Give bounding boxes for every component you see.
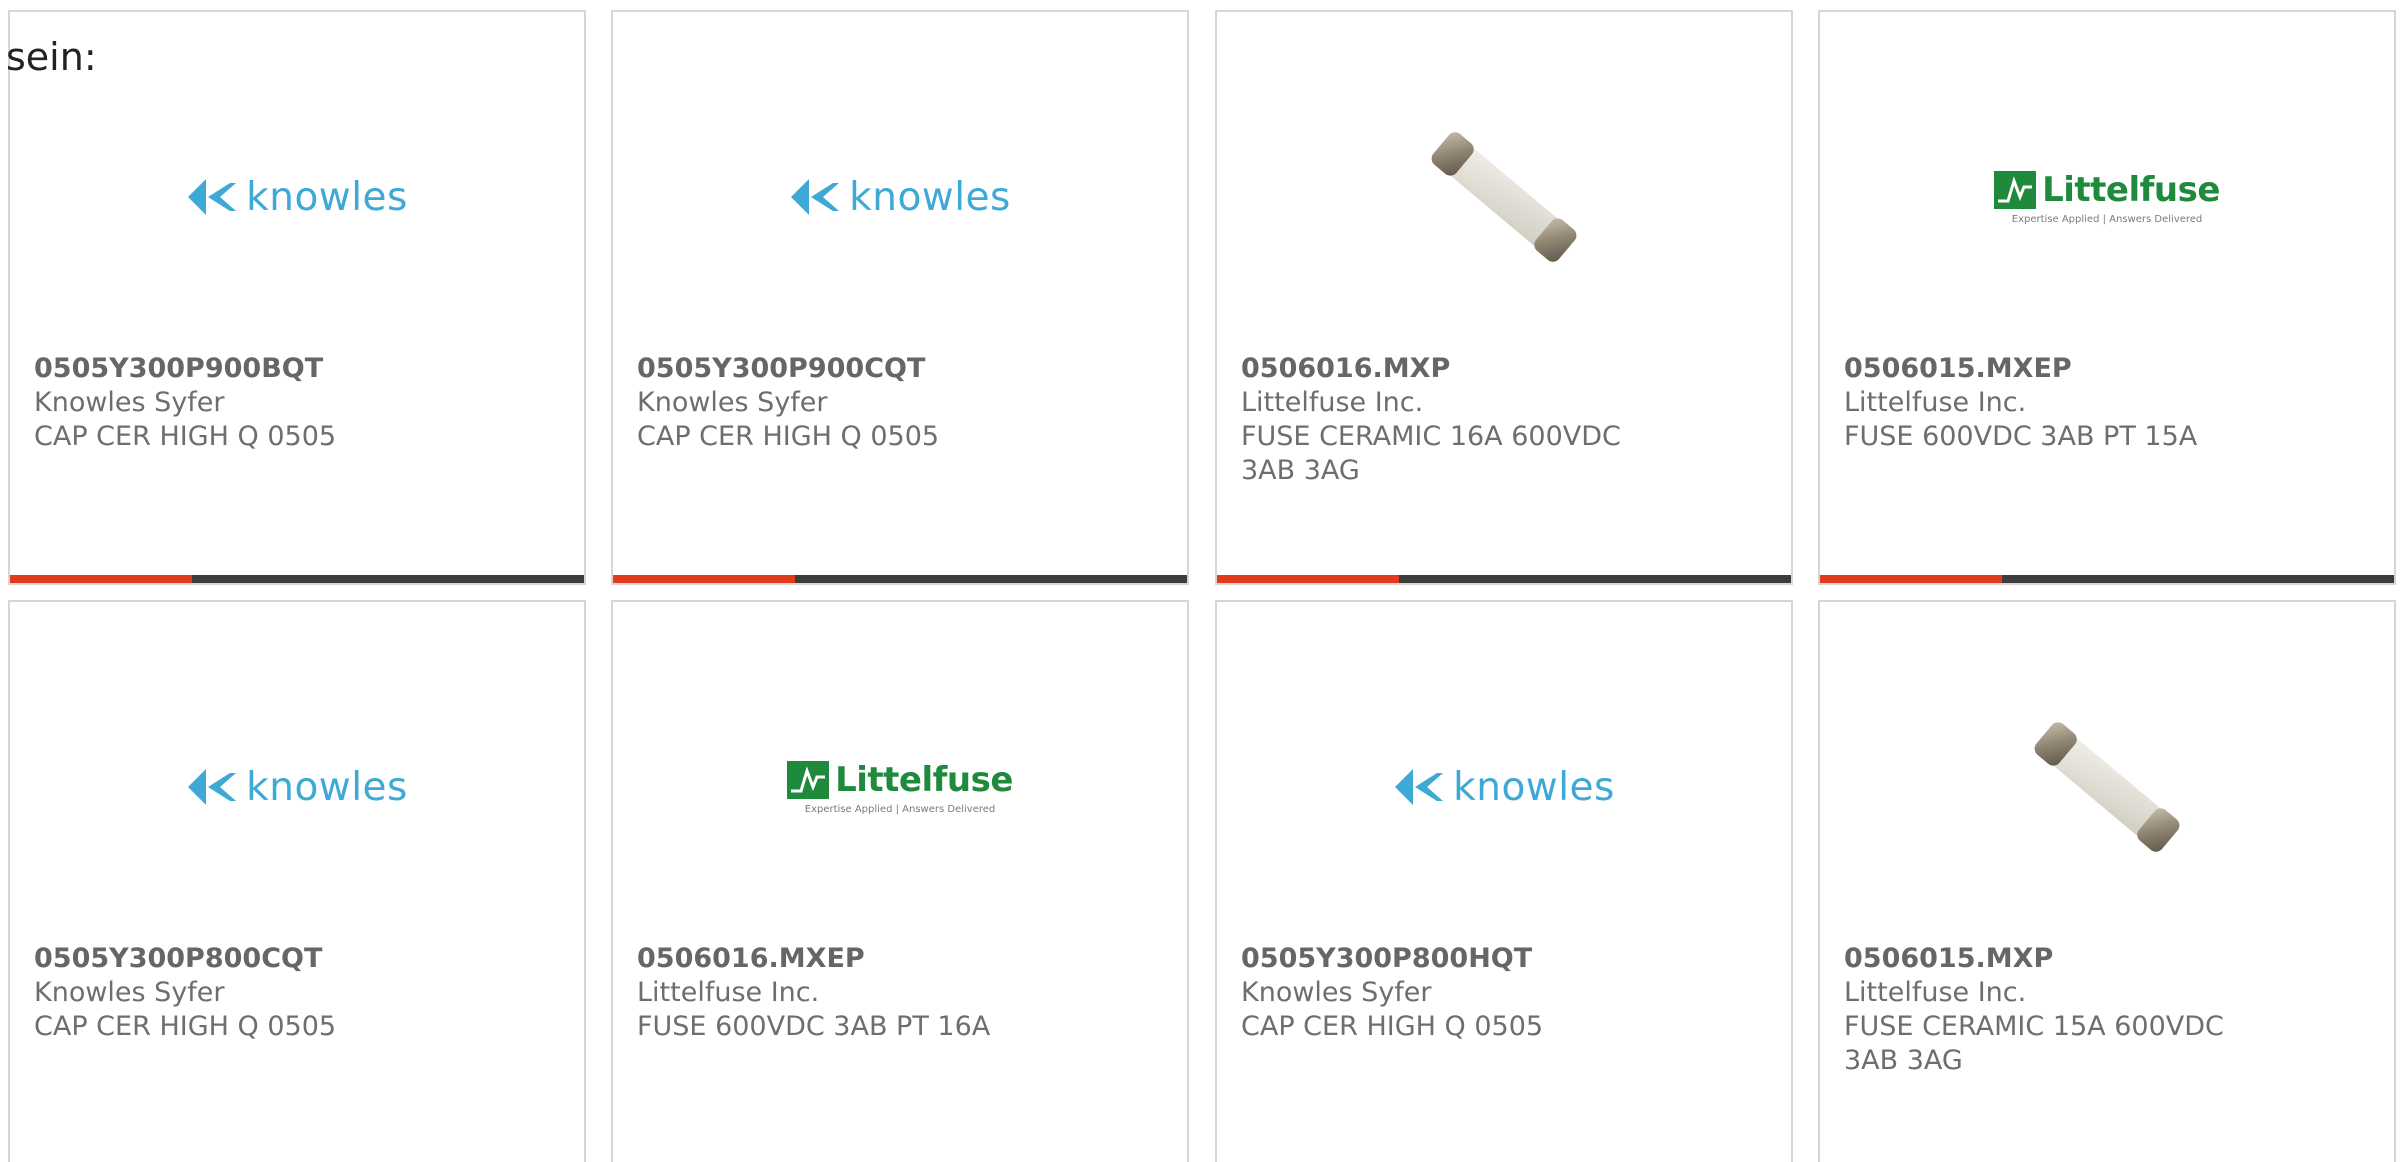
part-number-link[interactable]: 0506016.MXEP [637, 942, 1077, 976]
product-card[interactable]: knowles 0505Y300P800HQT Knowles Syfer CA… [1215, 600, 1793, 1162]
product-info: 0505Y300P900CQT Knowles Syfer CAP CER HI… [637, 352, 1077, 454]
product-image[interactable]: Littelfuse Expertise Applied | Answers D… [613, 652, 1187, 922]
product-image[interactable]: knowles [1217, 652, 1791, 922]
card-accent-bar [1820, 575, 2002, 583]
part-number-link[interactable]: 0505Y300P900BQT [34, 352, 474, 386]
product-card[interactable]: knowles 0505Y300P800CQT Knowles Syfer CA… [8, 600, 586, 1162]
manufacturer: Knowles Syfer [637, 387, 828, 418]
part-number-link[interactable]: 0506016.MXP [1241, 352, 1681, 386]
description: CAP CER HIGH Q 0505 [1241, 1011, 1544, 1042]
description: CAP CER HIGH Q 0505 [34, 1011, 337, 1042]
description: CAP CER HIGH Q 0505 [637, 421, 940, 452]
product-info: 0505Y300P800CQT Knowles Syfer CAP CER HI… [34, 942, 474, 1044]
knowles-wordmark: knowles [246, 764, 408, 810]
knowles-chevron-icon [188, 179, 237, 215]
manufacturer: Littelfuse Inc. [1241, 387, 1424, 418]
product-image[interactable] [1820, 652, 2394, 922]
manufacturer: Knowles Syfer [1241, 977, 1432, 1008]
product-card[interactable]: knowles 0505Y300P900CQT Knowles Syfer CA… [611, 10, 1189, 585]
part-number-link[interactable]: 0506015.MXP [1844, 942, 2284, 976]
ceramic-fuse-photo [1431, 132, 1577, 262]
knowles-logo: knowles [789, 175, 1011, 220]
description: FUSE 600VDC 3AB PT 15A [1844, 421, 2198, 452]
part-number-link[interactable]: 0505Y300P800CQT [34, 942, 474, 976]
card-footer-bar [1820, 575, 2394, 583]
product-info: 0505Y300P900BQT Knowles Syfer CAP CER HI… [34, 352, 474, 454]
littelfuse-emblem-icon [787, 760, 830, 799]
littelfuse-wordmark: Littelfuse [2042, 169, 2220, 210]
product-card[interactable]: Littelfuse Expertise Applied | Answers D… [611, 600, 1189, 1162]
product-card[interactable]: 0506015.MXP Littelfuse Inc. FUSE CERAMIC… [1818, 600, 2396, 1162]
card-accent-bar [10, 575, 192, 583]
knowles-logo: knowles [1393, 765, 1615, 810]
card-footer-bar [613, 575, 1187, 583]
product-card[interactable]: 0506016.MXP Littelfuse Inc. FUSE CERAMIC… [1215, 10, 1793, 585]
card-footer-bar [1217, 575, 1791, 583]
product-image[interactable]: knowles [613, 62, 1187, 332]
product-info: 0505Y300P800HQT Knowles Syfer CAP CER HI… [1241, 942, 1681, 1044]
product-info: 0506015.MXP Littelfuse Inc. FUSE CERAMIC… [1844, 942, 2284, 1078]
part-number-link[interactable]: 0505Y300P900CQT [637, 352, 1077, 386]
part-number-link[interactable]: 0505Y300P800HQT [1241, 942, 1681, 976]
knowles-wordmark: knowles [1453, 764, 1615, 810]
card-accent-bar [613, 575, 795, 583]
manufacturer: Littelfuse Inc. [1844, 977, 2027, 1008]
card-footer-bar [10, 575, 584, 583]
product-image[interactable] [1217, 62, 1791, 332]
product-image[interactable]: knowles [10, 652, 584, 922]
product-grid-page: sein: knowles 0505Y300P900BQT Knowles Sy… [0, 0, 2400, 1162]
knowles-chevron-icon [1395, 769, 1444, 805]
littelfuse-tagline: Expertise Applied | Answers Delivered [2011, 213, 2203, 225]
knowles-wordmark: knowles [246, 174, 408, 220]
manufacturer: Littelfuse Inc. [1844, 387, 2027, 418]
manufacturer: Knowles Syfer [34, 387, 225, 418]
knowles-logo: knowles [186, 175, 408, 220]
product-card[interactable]: Littelfuse Expertise Applied | Answers D… [1818, 10, 2396, 585]
product-card[interactable]: knowles 0505Y300P900BQT Knowles Syfer CA… [8, 10, 586, 585]
intro-text: sein: [6, 35, 97, 79]
description: FUSE CERAMIC 16A 600VDC 3AB 3AG [1241, 421, 1621, 486]
littelfuse-emblem-icon [1994, 170, 2037, 209]
manufacturer: Knowles Syfer [34, 977, 225, 1008]
product-image[interactable]: Littelfuse Expertise Applied | Answers D… [1820, 62, 2394, 332]
manufacturer: Littelfuse Inc. [637, 977, 820, 1008]
ceramic-fuse-photo [2034, 722, 2180, 852]
knowles-logo: knowles [186, 765, 408, 810]
part-number-link[interactable]: 0506015.MXEP [1844, 352, 2284, 386]
description: CAP CER HIGH Q 0505 [34, 421, 337, 452]
product-info: 0506016.MXP Littelfuse Inc. FUSE CERAMIC… [1241, 352, 1681, 488]
product-image[interactable]: knowles [10, 62, 584, 332]
knowles-chevron-icon [791, 179, 840, 215]
knowles-wordmark: knowles [849, 174, 1011, 220]
littelfuse-tagline: Expertise Applied | Answers Delivered [804, 803, 996, 815]
littelfuse-logo: Littelfuse Expertise Applied | Answers D… [1994, 170, 2220, 225]
product-info: 0506015.MXEP Littelfuse Inc. FUSE 600VDC… [1844, 352, 2284, 454]
product-info: 0506016.MXEP Littelfuse Inc. FUSE 600VDC… [637, 942, 1077, 1044]
littelfuse-logo: Littelfuse Expertise Applied | Answers D… [787, 760, 1013, 815]
description: FUSE CERAMIC 15A 600VDC 3AB 3AG [1844, 1011, 2224, 1076]
knowles-chevron-icon [188, 769, 237, 805]
littelfuse-wordmark: Littelfuse [835, 759, 1013, 800]
card-accent-bar [1217, 575, 1399, 583]
description: FUSE 600VDC 3AB PT 16A [637, 1011, 991, 1042]
